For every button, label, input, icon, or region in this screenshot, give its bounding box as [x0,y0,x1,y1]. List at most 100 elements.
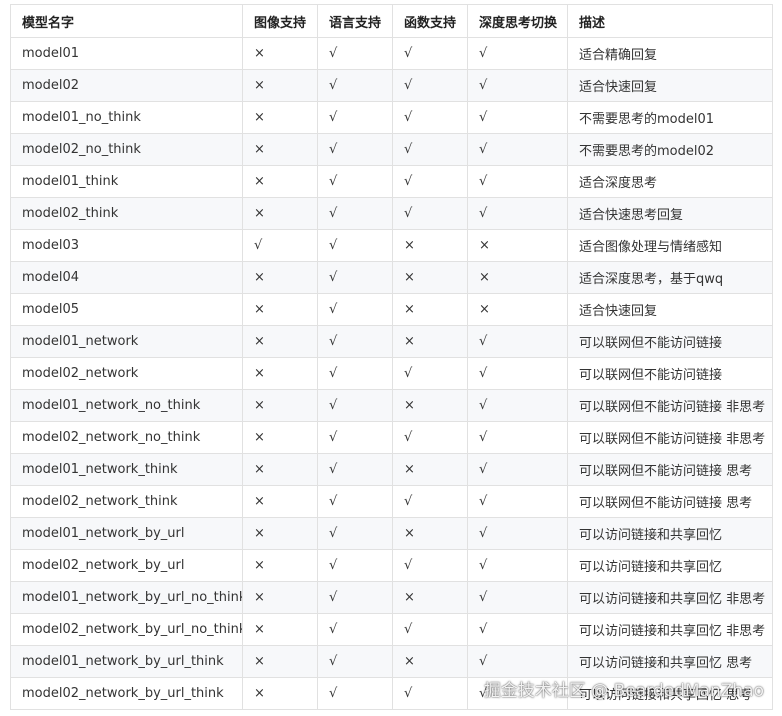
cell-model-name: model02_think [10,197,243,230]
cell-language-support: √ [317,37,393,70]
cell-function-support: × [392,581,468,614]
cell-language-support: √ [317,261,393,294]
cell-function-support: × [392,389,468,422]
header-row: 模型名字 图像支持 语言支持 函数支持 深度思考切换 描述 [10,4,773,38]
cell-image-support: × [242,69,318,102]
cell-language-support: √ [317,389,393,422]
cell-function-support: √ [392,421,468,454]
cell-description: 可以联网但不能访问链接 [567,325,773,358]
cell-image-support: √ [242,229,318,262]
table-row: model01_network_by_url_no_think × √ × √ 可以访问链… [10,581,773,614]
cell-image-support: × [242,197,318,230]
cell-deep-thinking-toggle: √ [467,581,568,614]
cell-description: 适合快速回复 [567,69,773,102]
table-row: model01_network_think × √ × √ 可以联网但不能访问链接 思考 [10,453,773,486]
cell-description: 可以联网但不能访问链接 思考 [567,453,773,486]
header-deep-thinking-toggle: 深度思考切换 [467,4,568,38]
cell-deep-thinking-toggle: √ [467,197,568,230]
cell-function-support: × [392,517,468,550]
cell-description: 可以联网但不能访问链接 [567,357,773,390]
table-row: model01_network_by_url_think × √ × √ 可以访问链接和共… [10,645,773,678]
cell-description: 适合深度思考，基于qwq [567,261,773,294]
cell-image-support: × [242,453,318,486]
cell-deep-thinking-toggle: × [467,229,568,262]
cell-function-support: √ [392,549,468,582]
cell-description: 不需要思考的model01 [567,101,773,134]
cell-function-support: × [392,229,468,262]
cell-description: 适合快速回复 [567,293,773,326]
cell-language-support: √ [317,165,393,198]
cell-description: 适合精确回复 [567,37,773,70]
cell-deep-thinking-toggle: √ [467,389,568,422]
cell-deep-thinking-toggle: √ [467,549,568,582]
cell-language-support: √ [317,645,393,678]
cell-model-name: model01_network_no_think [10,389,243,422]
cell-language-support: √ [317,677,393,710]
cell-function-support: √ [392,101,468,134]
cell-model-name: model02_network_by_url_think [10,677,243,710]
cell-function-support: × [392,453,468,486]
cell-image-support: × [242,549,318,582]
cell-image-support: × [242,581,318,614]
cell-model-name: model03 [10,229,243,262]
cell-image-support: × [242,613,318,646]
cell-language-support: √ [317,197,393,230]
cell-language-support: √ [317,581,393,614]
cell-model-name: model02 [10,69,243,102]
cell-deep-thinking-toggle: × [467,261,568,294]
table-row: model01_network × √ × √ 可以联网但不能访问链接 [10,325,773,358]
cell-deep-thinking-toggle: √ [467,421,568,454]
cell-language-support: √ [317,453,393,486]
table-row: model02_network × √ √ √ 可以联网但不能访问链接 [10,357,773,390]
table-row: model01_network_by_url × √ × √ 可以访问链接和共享回忆 [10,517,773,550]
cell-function-support: × [392,293,468,326]
cell-deep-thinking-toggle: √ [467,133,568,166]
table-row: model02_network_by_url × √ √ √ 可以访问链接和共享回忆 [10,549,773,582]
cell-model-name: model01_network_by_url_no_think [10,581,243,614]
table-row: model01_think × √ √ √ 适合深度思考 [10,165,773,198]
cell-model-name: model01_network [10,325,243,358]
cell-description: 可以联网但不能访问链接 非思考 [567,421,773,454]
cell-language-support: √ [317,293,393,326]
cell-image-support: × [242,389,318,422]
cell-language-support: √ [317,613,393,646]
header-language-support: 语言支持 [317,4,393,38]
cell-deep-thinking-toggle: √ [467,37,568,70]
cell-model-name: model05 [10,293,243,326]
cell-model-name: model02_network_think [10,485,243,518]
cell-image-support: × [242,357,318,390]
cell-deep-thinking-toggle: √ [467,69,568,102]
table-row: model05 × √ × × 适合快速回复 [10,293,773,326]
cell-deep-thinking-toggle: √ [467,613,568,646]
cell-function-support: × [392,261,468,294]
cell-model-name: model01_no_think [10,101,243,134]
cell-model-name: model02_network_by_url_no_think [10,613,243,646]
table-row: model01_network_no_think × √ × √ 可以联网但不能访问链接 … [10,389,773,422]
header-description: 描述 [567,4,773,38]
cell-model-name: model02_network_by_url [10,549,243,582]
cell-model-name: model02_network_no_think [10,421,243,454]
cell-function-support: √ [392,69,468,102]
cell-model-name: model02_network [10,357,243,390]
header-image-support: 图像支持 [242,4,318,38]
cell-description: 适合深度思考 [567,165,773,198]
cell-function-support: √ [392,37,468,70]
cell-description: 适合图像处理与情绪感知 [567,229,773,262]
table-row: model02 × √ √ √ 适合快速回复 [10,69,773,102]
cell-description: 可以访问链接和共享回忆 思考 [567,645,773,678]
cell-description: 不需要思考的model02 [567,133,773,166]
cell-description: 适合快速思考回复 [567,197,773,230]
table-body: model01 × √ √ √ 适合精确回复 model02 × √ √ √ 适合快速回复 model0… [10,37,773,710]
table-row: model02_network_think × √ √ √ 可以联网但不能访问链接 思考 [10,485,773,518]
cell-image-support: × [242,325,318,358]
cell-model-name: model01_network_by_url_think [10,645,243,678]
table-row: model01 × √ √ √ 适合精确回复 [10,37,773,70]
cell-language-support: √ [317,325,393,358]
cell-language-support: √ [317,229,393,262]
cell-image-support: × [242,421,318,454]
cell-language-support: √ [317,421,393,454]
cell-description: 可以联网但不能访问链接 非思考 [567,389,773,422]
header-model-name: 模型名字 [10,4,243,38]
table-header: 模型名字 图像支持 语言支持 函数支持 深度思考切换 描述 [10,4,773,38]
cell-function-support: √ [392,133,468,166]
